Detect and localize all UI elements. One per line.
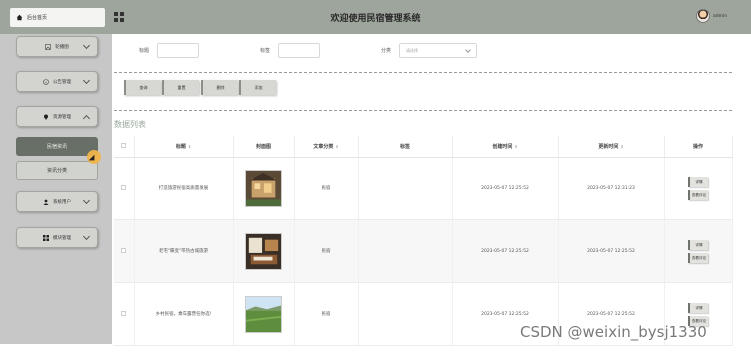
delete-button[interactable]: 删除 bbox=[201, 80, 238, 95]
chevron-down-icon bbox=[82, 196, 91, 205]
info-icon bbox=[43, 78, 49, 85]
title-filter-label: 标题 bbox=[139, 48, 150, 54]
sidebar-item-label: 公告管理 bbox=[53, 79, 71, 85]
sidebar-item-label: 系统用户 bbox=[53, 199, 71, 205]
sidebar-item-resources[interactable]: 资源管理 bbox=[16, 106, 98, 127]
cover-image[interactable] bbox=[245, 232, 282, 270]
chevron-down-icon bbox=[82, 76, 91, 85]
cell-actions: 详情 查看评论 bbox=[664, 219, 733, 284]
category-filter-label: 分类 bbox=[381, 48, 392, 54]
title-filter-input[interactable] bbox=[157, 43, 199, 58]
row-checkbox[interactable] bbox=[121, 184, 127, 190]
top-header: 后台首页 欢迎使用民宿管理系统 admin bbox=[0, 0, 751, 34]
sidebar-item-system-users[interactable]: 系统用户 bbox=[16, 191, 98, 212]
cell-created: 2023-05-07 12:25:52 bbox=[452, 219, 559, 284]
location-pin-icon bbox=[43, 114, 49, 120]
detail-button[interactable]: 详情 bbox=[688, 176, 708, 187]
sidebar-item-label: 轮播图 bbox=[55, 44, 69, 50]
section-title: 数据列表 bbox=[114, 120, 146, 129]
table-header-row: 标题 ⇕ 封面图 文章分类 ⇕ 标签 创建时间 ⇕ 更新时间 ⇕ 操作 bbox=[114, 136, 733, 158]
chevron-down-icon bbox=[465, 47, 471, 53]
cover-image[interactable] bbox=[245, 169, 282, 207]
category-select[interactable]: 请选择 bbox=[399, 43, 477, 58]
grid-icon bbox=[43, 234, 49, 241]
tags-filter-input[interactable] bbox=[278, 43, 320, 58]
sidebar-item-modules[interactable]: 模块管理 bbox=[16, 227, 98, 248]
divider bbox=[114, 72, 732, 73]
cell-title: 乡村民宿，乘车露营任你选! bbox=[134, 282, 234, 346]
row-checkbox[interactable] bbox=[121, 247, 127, 253]
reset-button[interactable]: 重置 bbox=[162, 80, 199, 95]
cell-category: 民宿 bbox=[294, 157, 359, 221]
sort-icon: ⇕ bbox=[620, 143, 624, 149]
sidebar-item-notices[interactable]: 公告管理 bbox=[16, 71, 98, 92]
cell-tags bbox=[358, 157, 453, 221]
user-name[interactable]: admin bbox=[713, 14, 727, 19]
cell-title: 打造旅游民宿高质量发展 bbox=[134, 157, 234, 221]
column-header-tags: 标签 bbox=[358, 136, 453, 158]
column-header-created[interactable]: 创建时间 ⇕ bbox=[452, 136, 559, 158]
cover-image[interactable] bbox=[245, 295, 282, 333]
detail-button[interactable]: 详情 bbox=[688, 239, 708, 250]
cell-category: 民宿 bbox=[294, 282, 359, 346]
data-table: 标题 ⇕ 封面图 文章分类 ⇕ 标签 创建时间 ⇕ 更新时间 ⇕ 操作 打造旅游民宿高质… bbox=[114, 136, 733, 346]
chevron-down-icon bbox=[82, 232, 91, 241]
avatar[interactable] bbox=[696, 9, 710, 23]
page-title: 欢迎使用民宿管理系统 bbox=[330, 14, 421, 24]
user-icon bbox=[43, 199, 49, 205]
column-header-updated[interactable]: 更新时间 ⇕ bbox=[558, 136, 665, 158]
add-button[interactable]: 添加 bbox=[239, 80, 276, 95]
cell-actions: 详情 查看评论 bbox=[664, 157, 733, 221]
cell-cover bbox=[233, 157, 295, 221]
sort-icon: ⇕ bbox=[514, 143, 518, 149]
chevron-down-icon bbox=[82, 41, 91, 50]
sidebar-subitem-news-category[interactable]: 资讯分类 bbox=[16, 161, 98, 180]
cell-tags bbox=[358, 282, 453, 346]
cell-updated: 2023-05-07 12:31:23 bbox=[558, 157, 665, 221]
sidebar-item-label: 模块管理 bbox=[53, 235, 71, 241]
watermark: CSDN @weixin_bysj1330 bbox=[520, 323, 707, 341]
cell-updated: 2023-05-07 12:25:52 bbox=[558, 219, 665, 284]
column-header-title[interactable]: 标题 ⇕ bbox=[134, 136, 234, 158]
sort-icon: ⇕ bbox=[335, 143, 339, 149]
sidebar-item-carousel[interactable]: 轮播图 bbox=[16, 36, 98, 57]
view-comments-button[interactable]: 查看评论 bbox=[688, 252, 708, 263]
sidebar-subitem-news[interactable]: 民宿资讯 bbox=[16, 137, 98, 156]
cell-cover bbox=[233, 219, 295, 284]
query-button[interactable]: 查询 bbox=[124, 80, 161, 95]
column-header-actions: 操作 bbox=[664, 136, 733, 158]
table-row: 老宅"蝶变"带热古城旅游 民宿 2023-05-07 12:25:52 2023… bbox=[114, 219, 733, 284]
cell-created: 2023-05-07 12:25:52 bbox=[452, 157, 559, 221]
view-comments-button[interactable]: 查看评论 bbox=[688, 189, 708, 200]
category-select-placeholder: 请选择 bbox=[406, 47, 418, 53]
column-header-cover: 封面图 bbox=[233, 136, 295, 158]
column-header-category[interactable]: 文章分类 ⇕ bbox=[294, 136, 359, 158]
divider bbox=[114, 110, 732, 111]
image-icon bbox=[45, 43, 52, 50]
detail-button[interactable]: 详情 bbox=[688, 302, 708, 313]
select-all-checkbox[interactable] bbox=[121, 142, 127, 148]
sidebar-item-label: 资源管理 bbox=[53, 114, 71, 120]
cell-cover bbox=[233, 282, 295, 346]
chevron-up-icon bbox=[82, 114, 91, 123]
row-checkbox[interactable] bbox=[121, 310, 127, 316]
cell-title: 老宅"蝶变"带热古城旅游 bbox=[134, 219, 234, 284]
cell-category: 民宿 bbox=[294, 219, 359, 284]
tags-filter-label: 标签 bbox=[260, 48, 271, 54]
sort-icon: ⇕ bbox=[187, 143, 192, 149]
cell-tags bbox=[358, 219, 453, 284]
table-row: 打造旅游民宿高质量发展 民宿 2023-05-07 12:25:52 2023-… bbox=[114, 157, 733, 221]
